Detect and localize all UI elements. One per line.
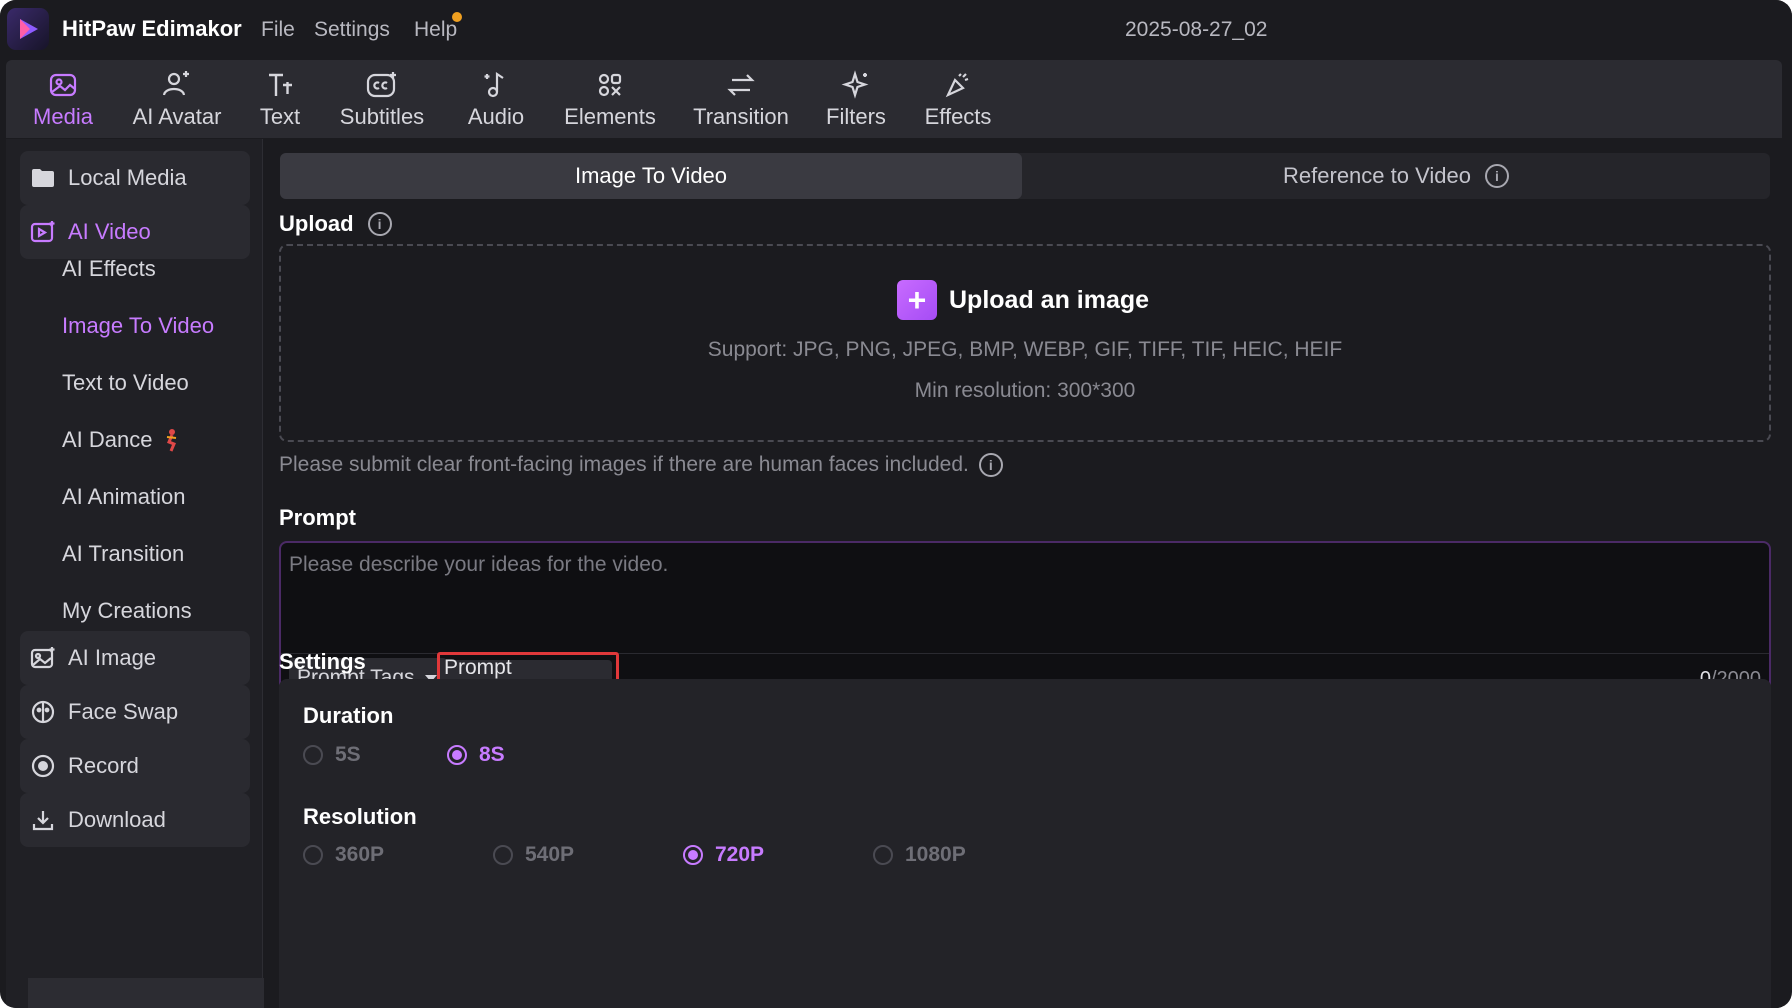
radio-selected-icon <box>683 845 703 865</box>
sidebar-sub-image-to-video[interactable]: Image To Video <box>62 313 214 339</box>
dancer-icon <box>161 428 181 452</box>
record-icon <box>30 753 56 779</box>
ai-video-icon <box>30 219 56 245</box>
info-icon[interactable]: i <box>978 453 1003 477</box>
subtitles-icon <box>365 60 399 100</box>
info-icon[interactable]: i <box>367 212 392 236</box>
app-logo-icon <box>7 8 49 50</box>
project-name: 2025-08-27_02 <box>1125 18 1268 41</box>
notification-dot <box>452 12 462 22</box>
plus-icon: + <box>897 280 937 320</box>
radio-icon <box>303 745 323 765</box>
duration-5s-radio[interactable]: 5S <box>303 743 361 767</box>
download-icon <box>30 807 56 833</box>
resolution-label: Resolution <box>303 804 417 829</box>
upload-min-resolution: Min resolution: 300*300 <box>914 379 1136 402</box>
sidebar-item-ai-image[interactable]: AI Image <box>20 631 250 685</box>
face-swap-icon <box>30 699 56 725</box>
upload-formats: Support: JPG, PNG, JPEG, BMP, WEBP, GIF,… <box>707 338 1343 361</box>
upload-dropzone[interactable]: + Upload an image Support: JPG, PNG, JPE… <box>279 244 1771 442</box>
prompt-section-label: Prompt <box>279 505 356 530</box>
tab-effects[interactable]: Effects <box>913 60 1003 138</box>
main-toolbar: Media AI Avatar Text Subtitles Audio Ele… <box>6 60 1782 138</box>
sidebar-item-ai-video[interactable]: AI Video <box>20 205 250 259</box>
text-icon <box>265 60 295 100</box>
sidebar-item-download[interactable]: Download <box>20 793 250 847</box>
prompt-input[interactable] <box>281 543 1769 653</box>
sidebar-item-local-media[interactable]: Local Media <box>20 151 250 205</box>
upload-section-label: Upload i <box>279 211 392 237</box>
radio-selected-icon <box>447 745 467 765</box>
prompt-box: Prompt Tags Prompt Generator 0/2000 <box>279 541 1771 708</box>
tab-subtitles[interactable]: Subtitles <box>332 60 432 138</box>
main-panel: Image To Video Reference to Video i Uplo… <box>264 139 1782 1008</box>
sidebar-sub-my-creations[interactable]: My Creations <box>62 598 192 624</box>
ai-image-icon <box>30 645 56 671</box>
menu-settings[interactable]: Settings <box>314 18 390 42</box>
resolution-1080p-radio[interactable]: 1080P <box>873 843 966 867</box>
resolution-540p-radio[interactable]: 540P <box>493 843 574 867</box>
tab-image-to-video[interactable]: Image To Video <box>280 153 1022 199</box>
sidebar-item-record[interactable]: Record <box>20 739 250 793</box>
menu-help[interactable]: Help <box>414 18 457 42</box>
tab-text[interactable]: Text <box>250 60 310 138</box>
mode-tabs: Image To Video Reference to Video i <box>280 153 1770 199</box>
tab-filters[interactable]: Filters <box>821 60 891 138</box>
audio-icon <box>481 60 511 100</box>
title-bar: HitPaw Edimakor File Settings Help 2025-… <box>0 0 1792 60</box>
settings-section-label: Settings <box>279 649 366 674</box>
tab-reference-to-video[interactable]: Reference to Video i <box>1022 153 1770 199</box>
tab-audio[interactable]: Audio <box>459 60 533 138</box>
tab-transition[interactable]: Transition <box>686 60 796 138</box>
transition-icon <box>724 60 758 100</box>
face-note: Please submit clear front-facing images … <box>279 453 1003 477</box>
radio-icon <box>493 845 513 865</box>
tab-media[interactable]: Media <box>22 60 104 138</box>
radio-icon <box>873 845 893 865</box>
menu-file[interactable]: File <box>261 18 295 42</box>
info-icon[interactable]: i <box>1484 164 1509 188</box>
sidebar-item-face-swap[interactable]: Face Swap <box>20 685 250 739</box>
resolution-360p-radio[interactable]: 360P <box>303 843 384 867</box>
sidebar-sub-ai-transition[interactable]: AI Transition <box>62 541 184 567</box>
settings-panel: Duration 5S 8S Resolution 360P 540P 720P <box>279 679 1771 1008</box>
duration-8s-radio[interactable]: 8S <box>447 743 505 767</box>
sidebar-sub-ai-animation[interactable]: AI Animation <box>62 484 186 510</box>
elements-icon <box>595 60 625 100</box>
sidebar-sub-text-to-video[interactable]: Text to Video <box>62 370 189 396</box>
filters-icon <box>841 60 871 100</box>
effects-icon <box>943 60 973 100</box>
sidebar-sub-ai-dance[interactable]: AI Dance <box>62 427 181 453</box>
media-icon <box>48 60 78 100</box>
folder-icon <box>30 165 56 191</box>
avatar-icon <box>161 60 193 100</box>
app-title: HitPaw Edimakor <box>62 16 242 41</box>
app-window: HitPaw Edimakor File Settings Help 2025-… <box>0 0 1792 1008</box>
duration-label: Duration <box>303 703 394 728</box>
sidebar-sub-ai-effects[interactable]: AI Effects <box>62 256 156 282</box>
upload-title: Upload an image <box>949 286 1150 314</box>
tab-ai-avatar[interactable]: AI Avatar <box>122 60 232 138</box>
tab-elements[interactable]: Elements <box>555 60 665 138</box>
sidebar: Local Media AI Video AI Effects Image To… <box>6 139 263 1008</box>
resolution-720p-radio[interactable]: 720P <box>683 843 764 867</box>
radio-icon <box>303 845 323 865</box>
